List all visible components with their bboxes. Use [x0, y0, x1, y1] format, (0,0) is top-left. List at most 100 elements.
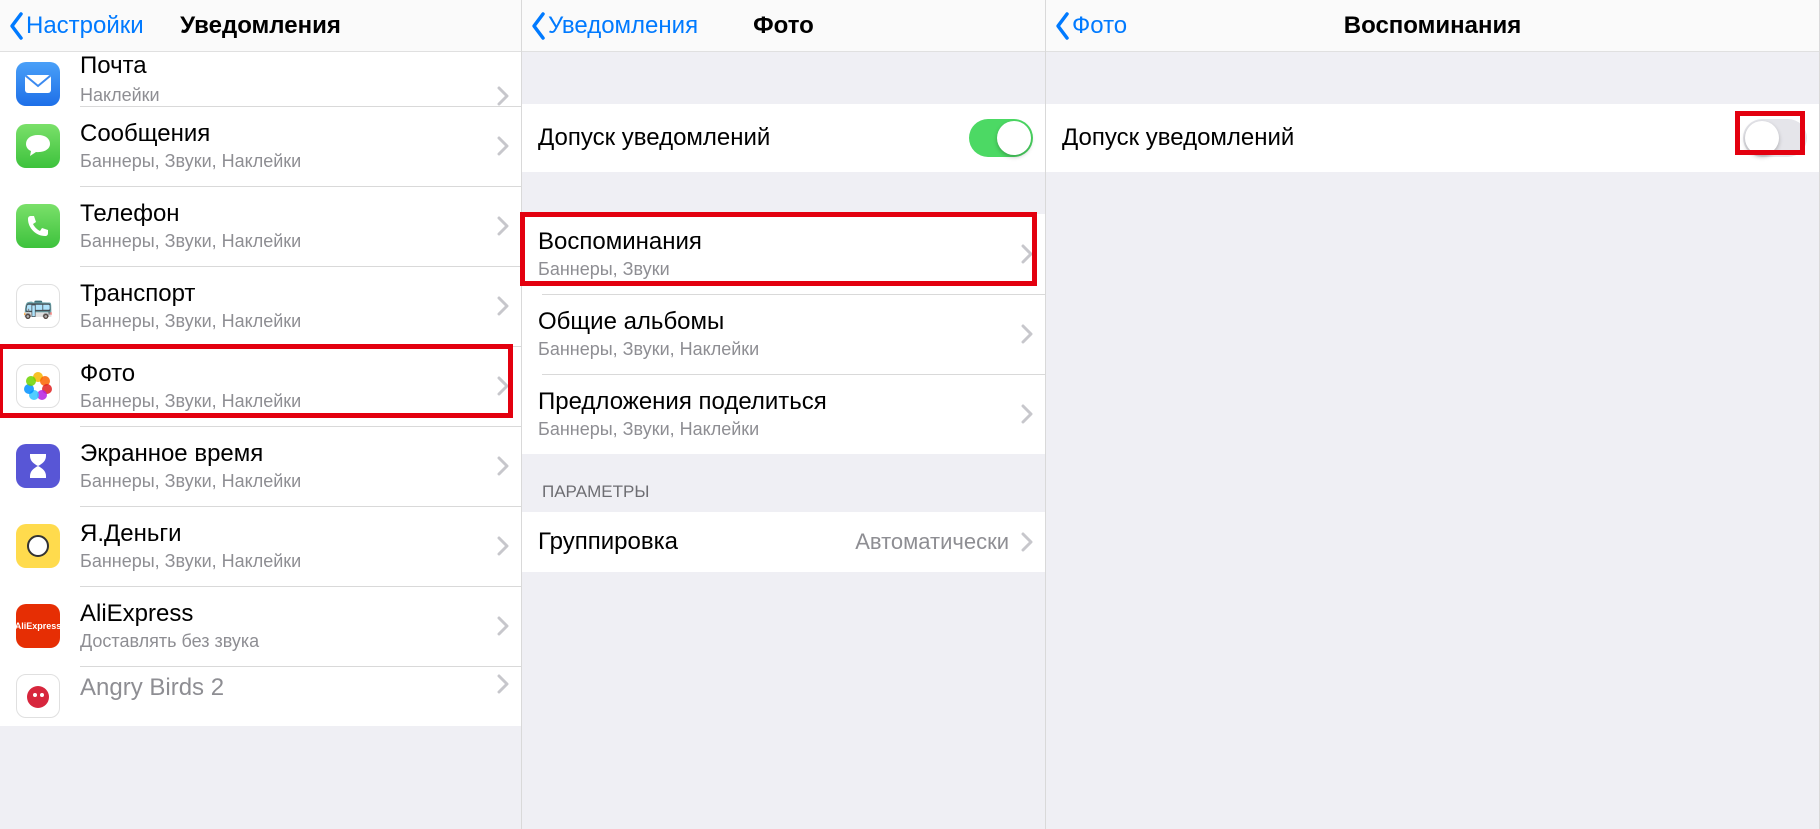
chevron-right-icon [1021, 404, 1033, 424]
allow-section: Допуск уведомлений [1046, 104, 1819, 172]
allow-section: Допуск уведомлений [522, 104, 1045, 172]
header: Уведомления Фото [522, 0, 1045, 52]
row-title: Общие альбомы [538, 308, 1015, 337]
row-text: Экранное время Баннеры, Звуки, Наклейки [80, 440, 491, 492]
mail-icon [16, 62, 60, 106]
row-sub: Баннеры, Звуки, Наклейки [80, 151, 491, 172]
photos-icon [16, 364, 60, 408]
aliexpress-icon: AliExpress [16, 604, 60, 648]
row-text: Предложения поделиться Баннеры, Звуки, Н… [538, 388, 1015, 440]
back-button[interactable]: Настройки [8, 11, 144, 41]
back-label: Настройки [26, 12, 144, 40]
chevron-right-icon [497, 86, 509, 106]
chevron-right-icon [497, 376, 509, 396]
header: Настройки Уведомления [0, 0, 521, 52]
spacer [522, 52, 1045, 104]
row-grouping[interactable]: Группировка Автоматически [522, 512, 1045, 572]
back-button[interactable]: Уведомления [530, 11, 698, 41]
row-title: Экранное время [80, 440, 491, 469]
panel-memories: Фото Воспоминания Допуск уведомлений [1046, 0, 1820, 829]
back-label: Фото [1072, 12, 1127, 40]
chevron-right-icon [497, 674, 509, 694]
messages-icon [16, 124, 60, 168]
row-text: Я.Деньги Баннеры, Звуки, Наклейки [80, 520, 491, 572]
row-title: Сообщения [80, 120, 491, 149]
chevron-right-icon [1021, 532, 1033, 552]
row-text: Допуск уведомлений [538, 124, 969, 153]
list-item-yadenghi[interactable]: Я.Деньги Баннеры, Звуки, Наклейки [0, 506, 521, 586]
row-sub: Баннеры, Звуки, Наклейки [538, 339, 1015, 360]
spacer [1046, 52, 1819, 104]
app-list: Почта Наклейки Сообщения Баннеры, Звуки,… [0, 52, 521, 726]
chevron-right-icon [1021, 324, 1033, 344]
row-text: Фото Баннеры, Звуки, Наклейки [80, 360, 491, 412]
section-header-params: ПАРАМЕТРЫ [522, 454, 1045, 512]
list-item-mail[interactable]: Почта Наклейки [0, 52, 521, 106]
grouping-value: Автоматически [855, 529, 1009, 555]
list-item-sharing-suggestions[interactable]: Предложения поделиться Баннеры, Звуки, Н… [522, 374, 1045, 454]
row-title: Транспорт [80, 280, 491, 309]
list-item-photos[interactable]: Фото Баннеры, Звуки, Наклейки [0, 346, 521, 426]
list-item-phone[interactable]: Телефон Баннеры, Звуки, Наклейки [0, 186, 521, 266]
list-item-memories[interactable]: Воспоминания Баннеры, Звуки [522, 214, 1045, 294]
chevron-right-icon [497, 136, 509, 156]
row-sub: Баннеры, Звуки, Наклейки [80, 231, 491, 252]
allow-toggle[interactable] [969, 119, 1033, 157]
row-title: Angry Birds 2 [80, 674, 491, 703]
list-item-screentime[interactable]: Экранное время Баннеры, Звуки, Наклейки [0, 426, 521, 506]
phone-icon [16, 204, 60, 248]
row-text: Angry Birds 2 [80, 674, 491, 703]
row-text: Воспоминания Баннеры, Звуки [538, 228, 1015, 280]
allow-notifications-row: Допуск уведомлений [522, 104, 1045, 172]
angrybirds-icon [16, 674, 60, 718]
screentime-icon [16, 444, 60, 488]
back-button[interactable]: Фото [1054, 11, 1127, 41]
header: Фото Воспоминания [1046, 0, 1819, 52]
params-section: Группировка Автоматически [522, 512, 1045, 572]
panel-notifications: Настройки Уведомления Почта Наклейки Соо… [0, 0, 522, 829]
row-text: Сообщения Баннеры, Звуки, Наклейки [80, 120, 491, 172]
chevron-left-icon [530, 11, 548, 41]
row-sub: Наклейки [80, 85, 491, 106]
allow-label: Допуск уведомлений [1062, 124, 1743, 153]
row-title: AliExpress [80, 600, 491, 629]
chevron-left-icon [8, 11, 26, 41]
list-item-angrybirds[interactable]: Angry Birds 2 [0, 666, 521, 726]
row-title: Предложения поделиться [538, 388, 1015, 417]
chevron-right-icon [497, 456, 509, 476]
row-sub: Баннеры, Звуки, Наклейки [80, 471, 491, 492]
transport-icon: 🚌 [16, 284, 60, 328]
row-title: Почта [80, 52, 491, 81]
spacer [522, 172, 1045, 214]
panel-photo-notifications: Уведомления Фото Допуск уведомлений Восп… [522, 0, 1046, 829]
row-text: Общие альбомы Баннеры, Звуки, Наклейки [538, 308, 1015, 360]
row-text: Почта Наклейки [80, 52, 491, 106]
row-title: Воспоминания [538, 228, 1015, 257]
types-section: Воспоминания Баннеры, Звуки Общие альбом… [522, 214, 1045, 454]
list-item-messages[interactable]: Сообщения Баннеры, Звуки, Наклейки [0, 106, 521, 186]
row-text: Группировка [538, 528, 855, 557]
row-title: Я.Деньги [80, 520, 491, 549]
list-item-shared-albums[interactable]: Общие альбомы Баннеры, Звуки, Наклейки [522, 294, 1045, 374]
chevron-right-icon [1021, 244, 1033, 264]
row-sub: Баннеры, Звуки, Наклейки [538, 419, 1015, 440]
row-text: Телефон Баннеры, Звуки, Наклейки [80, 200, 491, 252]
back-label: Уведомления [548, 12, 698, 40]
allow-label: Допуск уведомлений [538, 124, 969, 153]
chevron-right-icon [497, 616, 509, 636]
row-title: Фото [80, 360, 491, 389]
row-sub: Баннеры, Звуки, Наклейки [80, 311, 491, 332]
allow-notifications-row: Допуск уведомлений [1046, 104, 1819, 172]
chevron-right-icon [497, 536, 509, 556]
chevron-right-icon [497, 216, 509, 236]
grouping-label: Группировка [538, 528, 855, 557]
row-title: Телефон [80, 200, 491, 229]
list-item-aliexpress[interactable]: AliExpress AliExpress Доставлять без зву… [0, 586, 521, 666]
row-sub: Баннеры, Звуки [538, 259, 1015, 280]
row-text: Транспорт Баннеры, Звуки, Наклейки [80, 280, 491, 332]
row-text: AliExpress Доставлять без звука [80, 600, 491, 652]
page-title: Воспоминания [1046, 12, 1819, 40]
row-sub: Баннеры, Звуки, Наклейки [80, 551, 491, 572]
allow-toggle[interactable] [1743, 119, 1807, 157]
list-item-transport[interactable]: 🚌 Транспорт Баннеры, Звуки, Наклейки [0, 266, 521, 346]
